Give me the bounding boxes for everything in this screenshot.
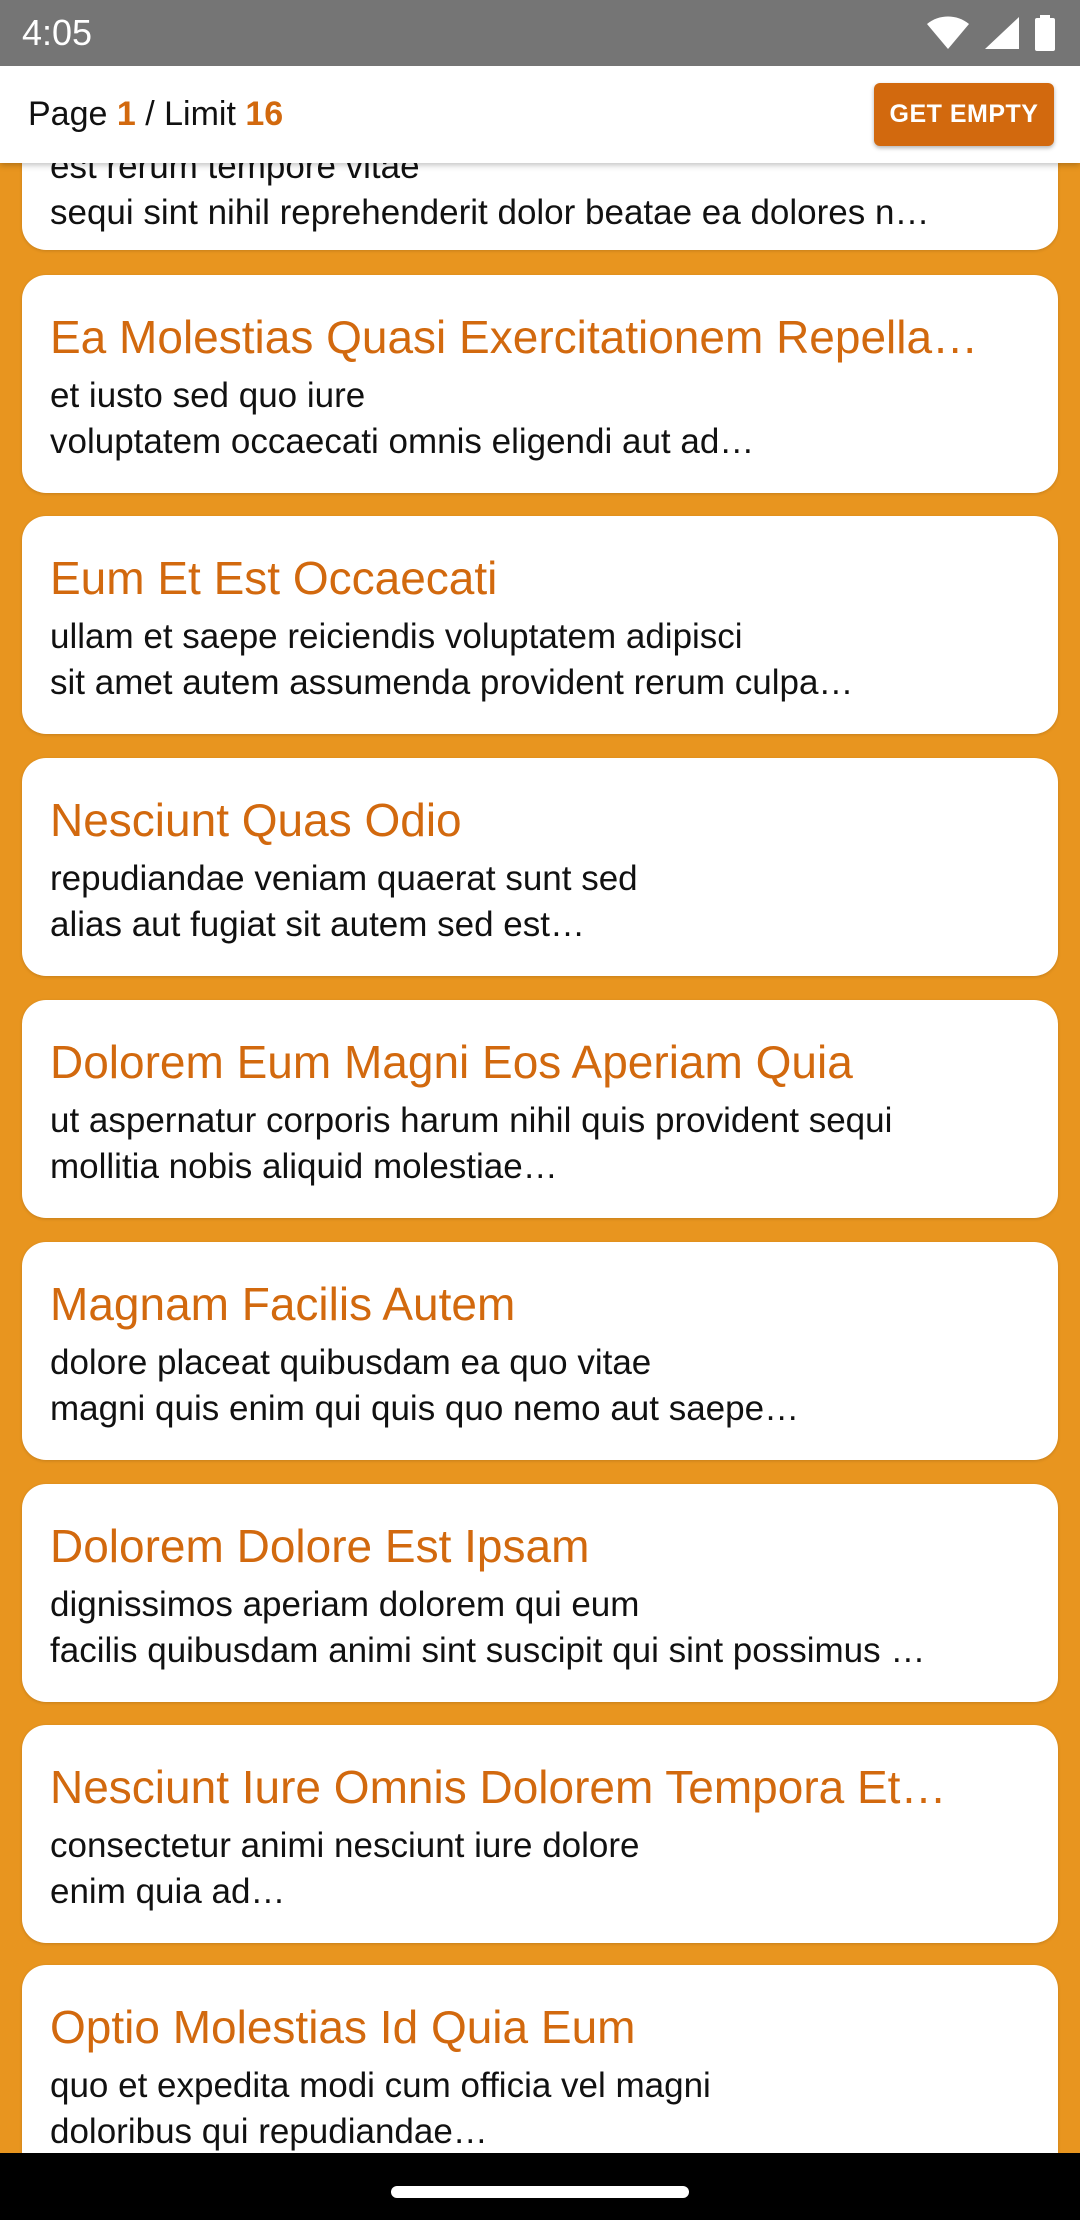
item-body-line: et iusto sed quo iure — [50, 376, 366, 415]
status-icons — [926, 15, 1056, 51]
item-body: ullam et saepe reiciendis voluptatem adi… — [50, 614, 1030, 706]
item-body-line: enim quia ad… — [50, 1872, 286, 1911]
list-item[interactable]: Magnam Facilis Autem dolore placeat quib… — [22, 1242, 1058, 1460]
page-info: Page 1 / Limit 16 — [28, 95, 283, 134]
item-title: Nesciunt Quas Odio — [50, 794, 462, 846]
page-number: 1 — [116, 95, 136, 133]
item-body-line: dignissimos aperiam dolorem qui eum — [50, 1585, 640, 1624]
limit-label: Limit — [164, 95, 236, 133]
item-body-line: doloribus qui repudiandae… — [50, 2112, 488, 2151]
cell-signal-icon — [985, 17, 1019, 49]
item-title: Eum Et Est Occaecati — [50, 552, 498, 604]
item-body-line: repudiandae veniam quaerat sunt sed — [50, 859, 638, 898]
item-body-line: consectetur animi nesciunt iure dolore — [50, 1826, 640, 1865]
list-item[interactable]: Nesciunt Iure Omnis Dolorem Tempora Et… … — [22, 1725, 1058, 1943]
item-body-line: mollitia nobis aliquid molestiae… — [50, 1147, 558, 1186]
wifi-icon — [927, 16, 969, 49]
app-header: Page 1 / Limit 16 GET EMPTY — [0, 66, 1080, 163]
item-title: Optio Molestias Id Quia Eum — [50, 2001, 636, 2053]
item-body-line: alias aut fugiat sit autem sed est… — [50, 905, 585, 944]
separator: / — [145, 95, 155, 133]
home-indicator[interactable] — [391, 2186, 689, 2198]
list-item[interactable]: Dolorem Dolore Est Ipsam dignissimos ape… — [22, 1484, 1058, 1702]
item-body-line: facilis quibusdam animi sint suscipit qu… — [50, 1631, 926, 1670]
item-body-line: magni quis enim qui quis quo nemo aut sa… — [50, 1389, 800, 1428]
item-title: Magnam Facilis Autem — [50, 1278, 516, 1330]
item-body: consectetur animi nesciunt iure dolore e… — [50, 1823, 1030, 1915]
list-item[interactable]: Ea Molestias Quasi Exercitationem Repell… — [22, 275, 1058, 493]
item-body: dolore placeat quibusdam ea quo vitae ma… — [50, 1340, 1030, 1432]
item-body: dignissimos aperiam dolorem qui eum faci… — [50, 1582, 1030, 1674]
item-body: ut aspernatur corporis harum nihil quis … — [50, 1098, 1030, 1190]
get-empty-button[interactable]: GET EMPTY — [874, 83, 1054, 146]
item-body-line: dolore placeat quibusdam ea quo vitae — [50, 1343, 652, 1382]
navigation-bar — [0, 2153, 1080, 2220]
item-body-line: sit amet autem assumenda provident rerum… — [50, 663, 854, 702]
list-item[interactable]: Dolorem Eum Magni Eos Aperiam Quia ut as… — [22, 1000, 1058, 1218]
list-item[interactable]: Nesciunt Quas Odio repudiandae veniam qu… — [22, 758, 1058, 976]
status-bar: 4:05 — [0, 0, 1080, 66]
item-title: Ea Molestias Quasi Exercitationem Repell… — [50, 311, 979, 363]
item-body-line: ullam et saepe reiciendis voluptatem adi… — [50, 617, 743, 656]
item-body-line: quo et expedita modi cum officia vel mag… — [50, 2066, 711, 2105]
limit-number: 16 — [245, 95, 284, 133]
battery-icon — [1035, 15, 1055, 51]
item-title: Dolorem Eum Magni Eos Aperiam Quia — [50, 1036, 853, 1088]
list-item[interactable]: Eum Et Est Occaecati ullam et saepe reic… — [22, 516, 1058, 734]
list-item[interactable]: Optio Molestias Id Quia Eum quo et exped… — [22, 1965, 1058, 2153]
status-time: 4:05 — [22, 12, 93, 53]
item-title: Dolorem Dolore Est Ipsam — [50, 1520, 590, 1572]
item-body: et iusto sed quo iure voluptatem occaeca… — [50, 373, 1030, 465]
item-body-line: sequi sint nihil reprehenderit dolor bea… — [50, 193, 930, 232]
page-label: Page — [28, 95, 108, 133]
item-body-line: ut aspernatur corporis harum nihil quis … — [50, 1101, 893, 1140]
item-body: quo et expedita modi cum officia vel mag… — [50, 2063, 1030, 2153]
item-title: Nesciunt Iure Omnis Dolorem Tempora Et… — [50, 1761, 947, 1813]
item-body: repudiandae veniam quaerat sunt sed alia… — [50, 856, 1030, 948]
item-body-line: voluptatem occaecati omnis eligendi aut … — [50, 422, 755, 461]
post-list[interactable]: est rerum tempore vitae sequi sint nihil… — [0, 0, 1080, 2153]
